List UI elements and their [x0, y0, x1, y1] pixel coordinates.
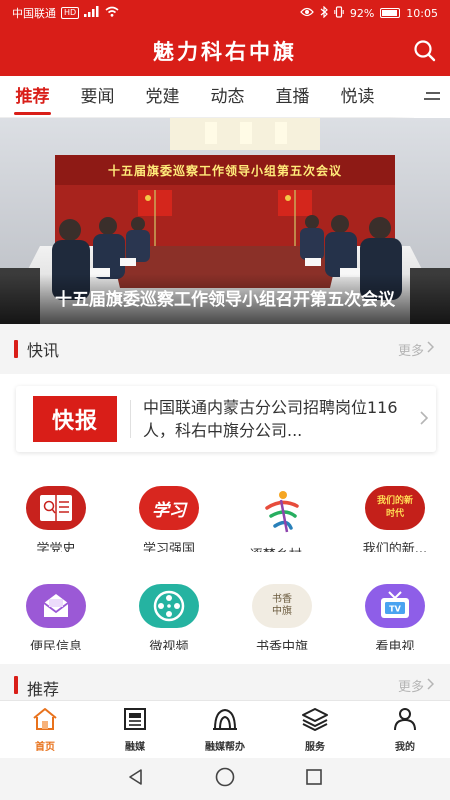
book-icon — [26, 486, 86, 531]
bottom-nav: 首页 融媒 融媒帮办 服务 我的 — [0, 700, 450, 758]
svg-text:TV: TV — [389, 605, 401, 614]
recents-icon[interactable] — [305, 768, 323, 790]
news-flash-text: 中国联通内蒙古分公司招聘岗位116人，科右中旗分公司... — [143, 398, 398, 440]
user-icon — [391, 707, 419, 735]
carrier-label: 中国联通 — [12, 7, 56, 20]
back-icon[interactable] — [127, 768, 145, 790]
section-accent-bar — [14, 676, 18, 694]
grid-item-party-history[interactable]: 学党史 — [0, 462, 112, 552]
grid-label: 逐梦乡村... — [250, 544, 314, 552]
news-section-title: 快讯 — [27, 341, 60, 360]
nav-media[interactable]: 融媒 — [90, 701, 180, 758]
vibrate-icon — [334, 5, 344, 21]
film-reel-icon — [139, 584, 199, 629]
chevron-right-icon — [427, 341, 435, 357]
nav-media-label: 融媒 — [125, 742, 145, 753]
grid-item-book-scent[interactable]: 书香中旗 书香中旗 — [226, 560, 338, 650]
layers-icon — [301, 707, 329, 735]
grid-item-watch-tv[interactable]: TV 看电视 — [339, 560, 450, 650]
book-scent-icon: 书香中旗 — [252, 584, 312, 629]
battery-icon — [380, 8, 401, 18]
status-right: 92% 10:05 — [299, 5, 438, 21]
signal-icon — [84, 6, 100, 20]
menu-icon[interactable] — [414, 76, 450, 118]
clock: 10:05 — [406, 6, 438, 20]
tab-news[interactable]: 动态 — [195, 76, 260, 118]
bluetooth-icon — [320, 5, 328, 21]
grid-item-micro-video[interactable]: 微视频 — [113, 560, 225, 650]
nav-media-help[interactable]: 融媒帮办 — [180, 701, 270, 758]
grid-item-convenience-info[interactable]: 便民信息 — [0, 560, 112, 650]
home-icon — [31, 707, 59, 735]
hd-badge: HD — [61, 7, 80, 19]
nav-services-label: 服务 — [305, 742, 325, 753]
newspaper-icon — [121, 707, 149, 735]
grid-item-xuexi[interactable]: 学习 学习强国 — [113, 462, 225, 552]
grid-item-dream-village[interactable]: 逐梦乡村... — [226, 462, 338, 552]
grid-label: 学习强国 — [142, 542, 195, 552]
system-nav-bar — [0, 758, 450, 800]
nav-home[interactable]: 首页 — [0, 701, 90, 758]
banner-caption[interactable]: 十五届旗委巡察工作领导小组召开第五次会议 — [0, 285, 450, 310]
news-section-header: 快讯 更多 — [0, 324, 450, 374]
grid-item-new-era[interactable]: 我们的新时代 我们的新... — [339, 462, 450, 552]
xuexi-icon: 学习 — [139, 486, 199, 531]
status-left: 中国联通 HD — [12, 5, 119, 21]
status-bar: 中国联通 HD 92% 10:05 — [0, 0, 450, 26]
wifi-icon — [105, 6, 119, 20]
app-title: 魅力科右中旗 — [153, 39, 297, 64]
recommend-more-label: 更多 — [397, 680, 424, 695]
section-accent-bar — [14, 340, 18, 358]
grid-label: 书香中旗 — [255, 640, 308, 650]
news-divider — [130, 400, 131, 438]
nav-media-help-label: 融媒帮办 — [205, 742, 245, 753]
tab-reading[interactable]: 悦读 — [325, 76, 390, 118]
tv-icon: TV — [365, 584, 425, 629]
nav-services[interactable]: 服务 — [270, 701, 360, 758]
shortcut-grid: 学党史 学习 学习强国 逐梦乡村... 我们的新时代 我们的新... 便民信息 — [0, 462, 450, 664]
tab-party-building[interactable]: 党建 — [130, 76, 195, 118]
tab-recommend[interactable]: 推荐 — [0, 76, 65, 118]
new-era-icon-text: 我们的新时代 — [376, 496, 413, 520]
eye-icon — [299, 7, 314, 20]
dream-village-icon — [252, 486, 312, 536]
app-header: 魅力科右中旗 — [0, 26, 450, 76]
battery-percent: 92% — [349, 6, 375, 20]
new-era-icon: 我们的新时代 — [365, 486, 425, 531]
news-flash-card[interactable]: 快报 中国联通内蒙古分公司招聘岗位116人，科右中旗分公司... — [16, 386, 436, 452]
recommend-more-link[interactable]: 更多 — [397, 676, 435, 695]
grid-label: 便民信息 — [29, 640, 82, 650]
news-area: 快报 中国联通内蒙古分公司招聘岗位116人，科右中旗分公司... — [0, 374, 450, 462]
battery-fill — [382, 10, 398, 16]
help-tent-icon — [211, 707, 239, 735]
tab-live[interactable]: 直播 — [260, 76, 325, 118]
tab-headlines[interactable]: 要闻 — [65, 76, 130, 118]
mail-icon — [26, 584, 86, 629]
grid-label: 看电视 — [375, 640, 415, 650]
search-icon[interactable] — [412, 38, 438, 64]
recommend-section-title: 推荐 — [27, 680, 60, 699]
grid-label: 我们的新... — [362, 542, 428, 552]
news-flash-badge: 快报 — [33, 396, 117, 442]
home-circle-icon[interactable] — [215, 767, 235, 791]
nav-home-label: 首页 — [35, 742, 55, 753]
chevron-right-icon — [420, 410, 429, 429]
recommend-section-header: 推荐 更多 — [0, 664, 450, 700]
grid-label: 学党史 — [36, 542, 76, 552]
app-screen: 中国联通 HD 92% 10:05 魅力科右中旗 推荐 要闻 党建 动态 直播 … — [0, 0, 450, 800]
news-more-link[interactable]: 更多 — [397, 340, 435, 359]
nav-profile[interactable]: 我的 — [360, 701, 450, 758]
book-scent-icon-text: 书香中旗 — [272, 594, 292, 618]
xuexi-icon-text: 学习 — [152, 500, 186, 521]
nav-profile-label: 我的 — [395, 742, 415, 753]
news-more-label: 更多 — [397, 343, 424, 359]
banner-carousel[interactable]: 十五届旗委巡察工作领导小组第五次会议 十五届旗委巡察工作领导小组召开第五次会议 — [0, 118, 450, 324]
chevron-right-icon — [427, 677, 435, 694]
banner-sign-text: 十五届旗委巡察工作领导小组第五次会议 — [107, 164, 342, 178]
channel-tabs: 推荐 要闻 党建 动态 直播 悦读 — [0, 76, 450, 118]
grid-label: 微视频 — [149, 640, 189, 650]
